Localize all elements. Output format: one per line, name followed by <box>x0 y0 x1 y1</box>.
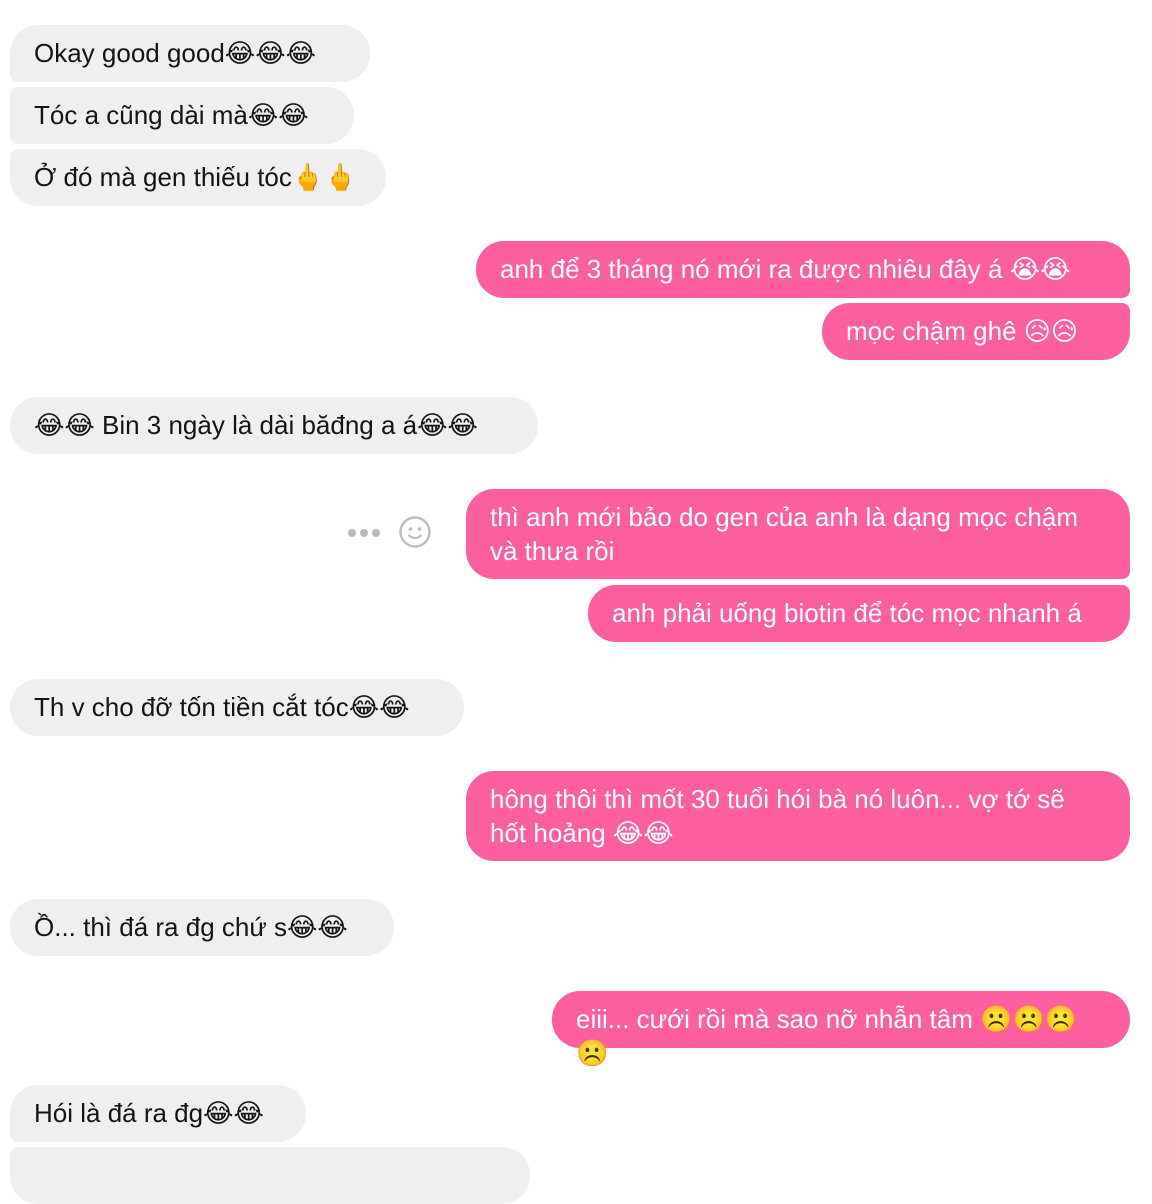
outgoing-message-bubble[interactable]: mọc chậm ghê 😥😥 <box>822 303 1130 360</box>
outgoing-message-bubble[interactable]: anh phải uống biotin để tóc mọc nhanh á <box>588 585 1130 642</box>
outgoing-message-bubble[interactable]: eiii... cưới rồi mà sao nỡ nhẫn tâm ☹️☹️… <box>552 991 1130 1068</box>
incoming-message-bubble[interactable]: Th v cho đỡ tốn tiền cắt tóc😂😂 <box>10 679 464 736</box>
smiley-face-icon[interactable] <box>398 515 432 549</box>
incoming-message-bubble[interactable]: Ở đó mà gen thiếu tóc🖕🖕 <box>10 149 386 206</box>
outgoing-message-bubble[interactable]: anh để 3 tháng nó mới ra được nhiêu đây … <box>476 241 1130 298</box>
incoming-message-bubble[interactable]: Okay good good😂😂😂 <box>10 25 370 82</box>
incoming-message-bubble[interactable]: Tóc a cũng dài mà😂😂 <box>10 87 354 144</box>
incoming-message-bubble-partial[interactable] <box>10 1147 530 1204</box>
outgoing-message-bubble[interactable]: hông thôi thì mốt 30 tuổi hói bà nó luôn… <box>466 771 1130 861</box>
incoming-message-bubble[interactable]: Hói là đá ra đg😂😂 <box>10 1085 306 1142</box>
message-actions <box>346 515 436 553</box>
incoming-message-bubble[interactable]: Ồ... thì đá ra đg chứ s😂😂 <box>10 899 394 956</box>
more-dots-icon[interactable] <box>346 529 382 539</box>
incoming-message-bubble[interactable]: 😂😂 Bin 3 ngày là dài băđng a á😂😂 <box>10 397 538 454</box>
outgoing-message-bubble[interactable]: thì anh mới bảo do gen của anh là dạng m… <box>466 489 1130 579</box>
